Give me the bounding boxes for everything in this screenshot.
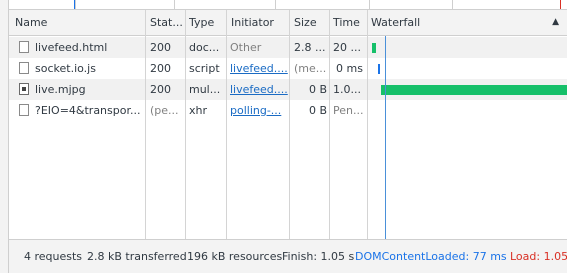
- column-header-initiator[interactable]: Initiator: [231, 10, 287, 35]
- column-header-name[interactable]: Name: [15, 10, 140, 35]
- request-time: 20 ...: [333, 41, 361, 54]
- dcl-marker-line: [385, 36, 386, 239]
- waterfall-bar[interactable]: [372, 43, 376, 53]
- request-type: mul...: [189, 83, 221, 96]
- waterfall-bar[interactable]: [381, 85, 567, 95]
- request-type: doc...: [189, 41, 220, 54]
- request-status: 200: [150, 41, 171, 54]
- request-size: 0 B: [309, 83, 328, 96]
- column-divider[interactable]: [329, 10, 330, 239]
- overview-grid-line: [174, 0, 175, 9]
- overview-grid-line: [275, 0, 276, 9]
- waterfall-bar[interactable]: [378, 64, 380, 74]
- summary-transferred: 2.8 kB transferred: [87, 250, 187, 263]
- summary-resources: 196 kB resources: [187, 250, 283, 263]
- request-type: xhr: [189, 104, 208, 117]
- request-size: 0 B: [309, 104, 328, 117]
- overview-grid-line: [452, 0, 453, 9]
- requests-table: Name Stat... Type Initiator Size Time Wa…: [9, 10, 567, 239]
- table-row[interactable]: ?EIO=4&transpor... (pe... xhr polling-..…: [9, 100, 567, 121]
- overview-grid-line: [369, 0, 370, 9]
- column-header-size[interactable]: Size: [294, 10, 328, 35]
- summary-dom-content-loaded: DOMContentLoaded: 77 ms: [355, 250, 507, 263]
- column-header-status[interactable]: Stat...: [150, 10, 183, 35]
- request-type: script: [189, 62, 220, 75]
- request-initiator: Other: [230, 41, 262, 54]
- document-icon: [19, 104, 29, 116]
- column-divider[interactable]: [145, 10, 146, 239]
- column-header-type[interactable]: Type: [189, 10, 225, 35]
- request-status: 200: [150, 62, 171, 75]
- overview-grid-line: [75, 0, 76, 9]
- summary-load: Load: 1.05: [510, 250, 567, 263]
- request-initiator-link[interactable]: polling-...: [230, 100, 288, 121]
- column-divider[interactable]: [367, 10, 368, 239]
- request-time: 0 ms: [336, 62, 363, 75]
- request-name[interactable]: socket.io.js: [35, 58, 143, 79]
- column-header-time[interactable]: Time: [333, 10, 365, 35]
- request-name[interactable]: live.mjpg: [35, 79, 143, 100]
- request-size: 2.8 ...: [294, 41, 326, 54]
- overview-dcl-marker: [74, 0, 75, 9]
- document-icon: [19, 41, 29, 53]
- left-gutter: [0, 0, 9, 273]
- request-initiator-link[interactable]: livefeed....: [230, 79, 288, 100]
- table-row[interactable]: livefeed.html 200 doc... Other 2.8 ... 2…: [9, 37, 567, 58]
- summary-bar: 4 requests 2.8 kB transferred 196 kB res…: [9, 239, 567, 273]
- request-status: 200: [150, 83, 171, 96]
- overview-load-marker: [560, 0, 561, 9]
- request-initiator-link[interactable]: livefeed....: [230, 58, 288, 79]
- request-name[interactable]: livefeed.html: [35, 37, 143, 58]
- summary-requests: 4 requests: [24, 250, 83, 263]
- request-size: (me...: [294, 62, 327, 75]
- table-header: Name Stat... Type Initiator Size Time Wa…: [9, 10, 567, 36]
- column-header-waterfall[interactable]: Waterfall: [371, 10, 491, 35]
- request-name[interactable]: ?EIO=4&transpor...: [35, 100, 143, 121]
- summary-finish: Finish: 1.05 s: [282, 250, 355, 263]
- request-time: Pen...: [333, 104, 364, 117]
- request-status: (pe...: [150, 104, 179, 117]
- table-row[interactable]: socket.io.js 200 script livefeed.... (me…: [9, 58, 567, 79]
- column-divider[interactable]: [289, 10, 290, 239]
- image-icon: [19, 83, 29, 95]
- sort-ascending-icon[interactable]: ▲: [552, 10, 559, 35]
- network-overview[interactable]: [0, 0, 567, 10]
- request-time: 1.0...: [333, 83, 361, 96]
- table-row[interactable]: live.mjpg 200 mul... livefeed.... 0 B 1.…: [9, 79, 567, 100]
- column-divider[interactable]: [226, 10, 227, 239]
- column-divider[interactable]: [185, 10, 186, 239]
- document-icon: [19, 62, 29, 74]
